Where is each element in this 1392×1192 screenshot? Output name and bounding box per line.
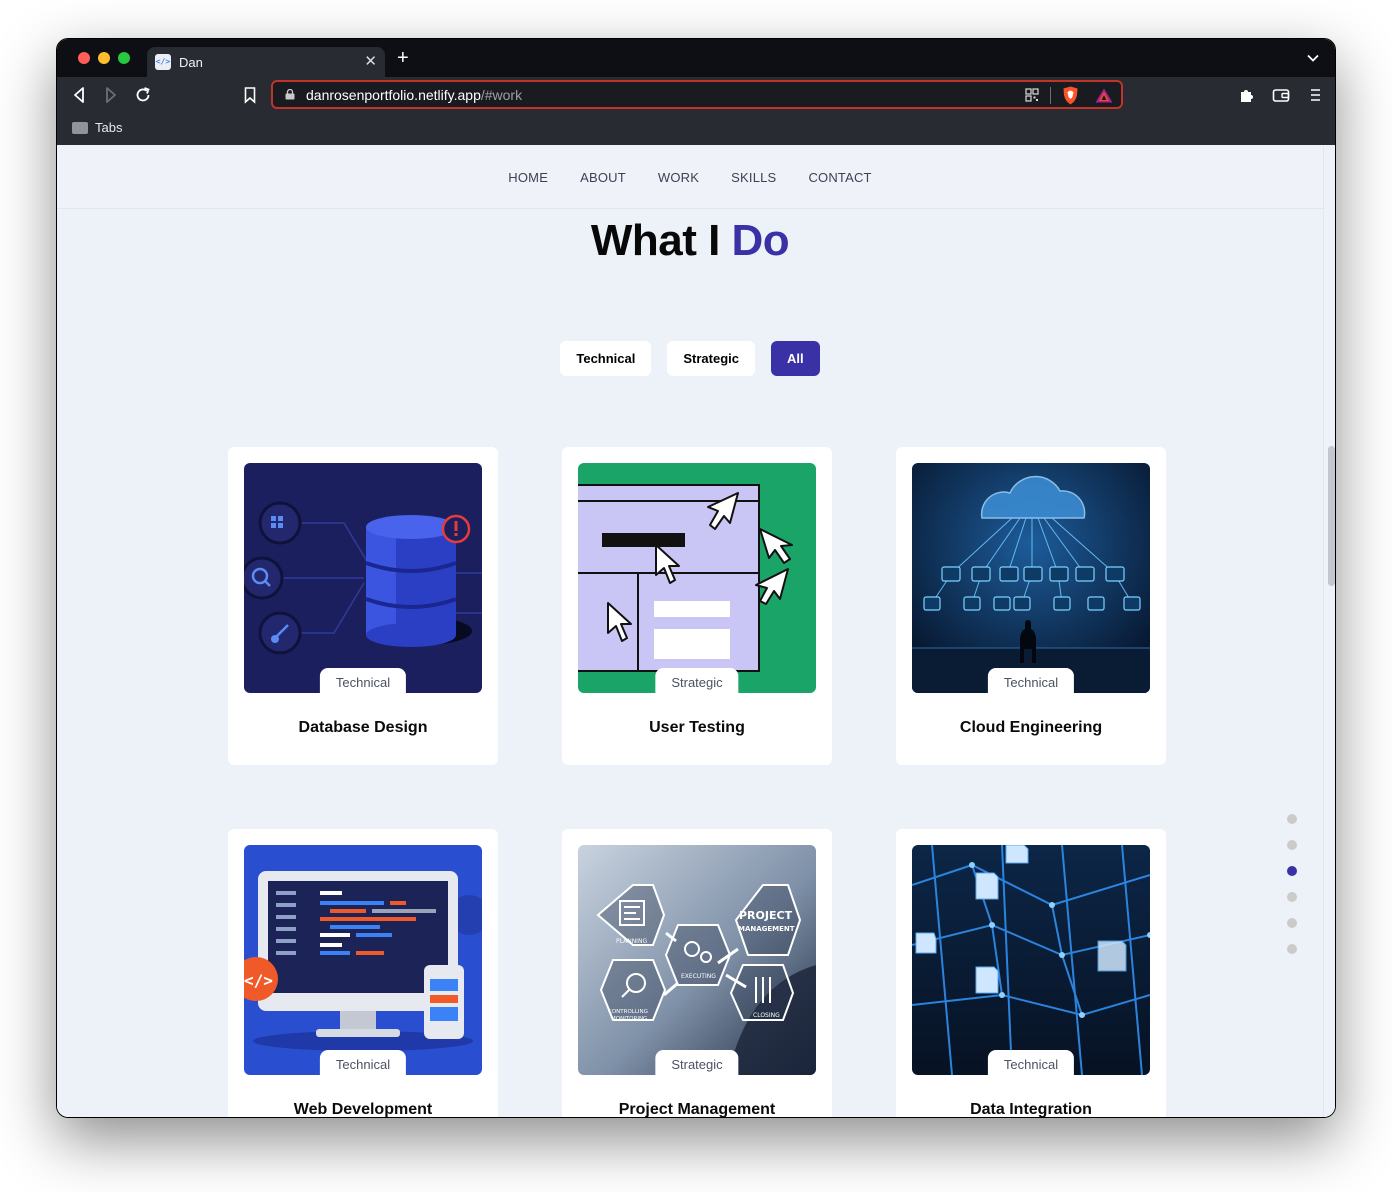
filter-strategic-button[interactable]: Strategic	[667, 341, 756, 376]
menu-icon[interactable]	[1305, 85, 1325, 105]
nav-home[interactable]: HOME	[508, 170, 548, 185]
qr-code-icon[interactable]	[1025, 88, 1039, 102]
reload-icon[interactable]	[133, 85, 153, 105]
bookmarks-bar: Tabs	[57, 113, 1335, 145]
svg-text:PROJECT: PROJECT	[739, 909, 793, 922]
browser-toolbar: danrosenportfolio.netlify.app/#work	[57, 77, 1335, 113]
lock-icon	[285, 89, 295, 100]
close-window-button[interactable]	[78, 52, 90, 64]
section-title: What I Do	[57, 216, 1323, 266]
svg-text:PLANNING: PLANNING	[616, 938, 647, 945]
browser-window: </> Dan ✕ + danrosenportfolio.netlify.ap…	[56, 38, 1336, 1118]
category-tag: Technical	[987, 1050, 1075, 1078]
filter-group: Technical Strategic All	[57, 341, 1323, 376]
project-management-photo: PROJECT MANAGEMENT PLANNING EXECUTING CO…	[578, 845, 816, 1075]
url-domain: danrosenportfolio.netlify.app	[306, 87, 481, 103]
url-separator	[1050, 87, 1051, 104]
chevron-down-icon[interactable]	[1307, 52, 1319, 64]
tab-close-icon[interactable]: ✕	[364, 52, 377, 70]
category-tag: Strategic	[655, 668, 739, 696]
work-card[interactable]: </> Technical Web Development	[228, 829, 498, 1118]
url-text[interactable]: danrosenportfolio.netlify.app/#work	[306, 87, 522, 103]
page-scrollbar[interactable]	[1323, 146, 1335, 1117]
dot-nav-item[interactable]	[1287, 814, 1297, 824]
back-icon[interactable]	[69, 85, 89, 105]
tab-strip: </> Dan ✕ +	[57, 39, 1335, 77]
browser-tab[interactable]: </> Dan ✕	[147, 47, 385, 77]
new-tab-button[interactable]: +	[397, 48, 409, 68]
svg-text:</>: </>	[244, 971, 273, 990]
section-dot-nav	[1287, 814, 1297, 970]
card-title: User Testing	[649, 719, 745, 736]
database-illustration	[244, 463, 482, 693]
nav-contact[interactable]: CONTACT	[808, 170, 871, 185]
extensions-puzzle-icon[interactable]	[1237, 85, 1257, 105]
maximize-window-button[interactable]	[118, 52, 130, 64]
category-tag: Technical	[319, 668, 407, 696]
minimize-window-button[interactable]	[98, 52, 110, 64]
tab-title: Dan	[179, 55, 203, 70]
code-favicon-icon: </>	[155, 54, 171, 70]
user-testing-illustration	[578, 463, 816, 693]
scrollbar-thumb[interactable]	[1328, 446, 1335, 586]
address-bar[interactable]: danrosenportfolio.netlify.app/#work	[271, 80, 1123, 109]
brave-shield-icon[interactable]	[1062, 86, 1079, 105]
work-card[interactable]: Strategic User Testing	[562, 447, 832, 765]
bookmark-folder-tabs[interactable]: Tabs	[95, 120, 122, 135]
work-card[interactable]: Technical Database Design	[228, 447, 498, 765]
folder-icon	[72, 122, 88, 134]
card-title: Database Design	[298, 719, 428, 736]
dot-nav-item[interactable]	[1287, 840, 1297, 850]
svg-text:CONTROLLING: CONTROLLING	[608, 1009, 648, 1015]
nav-about[interactable]: ABOUT	[580, 170, 626, 185]
svg-text:MANAGEMENT: MANAGEMENT	[738, 925, 795, 933]
category-tag: Technical	[987, 668, 1075, 696]
dot-nav-item-active[interactable]	[1287, 866, 1297, 876]
nav-work[interactable]: WORK	[658, 170, 699, 185]
category-tag: Strategic	[655, 1050, 739, 1078]
filter-all-button[interactable]: All	[771, 341, 820, 376]
dot-nav-item[interactable]	[1287, 892, 1297, 902]
wallet-icon[interactable]	[1271, 85, 1291, 105]
work-card[interactable]: Technical Cloud Engineering	[896, 447, 1166, 765]
url-path: /#work	[480, 87, 523, 103]
site-navbar: HOME ABOUT WORK SKILLS CONTACT	[57, 146, 1323, 209]
svg-text:EXECUTING: EXECUTING	[681, 973, 716, 980]
cloud-network-photo	[912, 463, 1150, 693]
web-dev-illustration: </>	[244, 845, 482, 1075]
category-tag: Technical	[319, 1050, 407, 1078]
rewards-triangle-icon[interactable]	[1095, 88, 1113, 103]
svg-text:CLOSING: CLOSING	[753, 1012, 780, 1019]
dot-nav-item[interactable]	[1287, 944, 1297, 954]
card-title: Cloud Engineering	[959, 719, 1103, 736]
section-title-main: What I	[590, 216, 732, 265]
page-content: HOME ABOUT WORK SKILLS CONTACT What I Do…	[57, 146, 1335, 1118]
card-title: Web Development	[293, 1101, 433, 1118]
card-title: Project Management	[618, 1101, 776, 1118]
bookmark-icon[interactable]	[240, 85, 260, 105]
card-title: Data Integration	[970, 1101, 1092, 1118]
section-title-accent: Do	[731, 216, 790, 265]
nav-skills[interactable]: SKILLS	[731, 170, 776, 185]
work-card[interactable]: Technical Data Integration	[896, 829, 1166, 1118]
data-network-photo	[912, 845, 1150, 1075]
dot-nav-item[interactable]	[1287, 918, 1297, 928]
filter-technical-button[interactable]: Technical	[560, 341, 652, 376]
svg-text:MONITORING: MONITORING	[611, 1016, 647, 1022]
forward-icon[interactable]	[101, 85, 121, 105]
work-card[interactable]: PROJECT MANAGEMENT PLANNING EXECUTING CO…	[562, 829, 832, 1118]
